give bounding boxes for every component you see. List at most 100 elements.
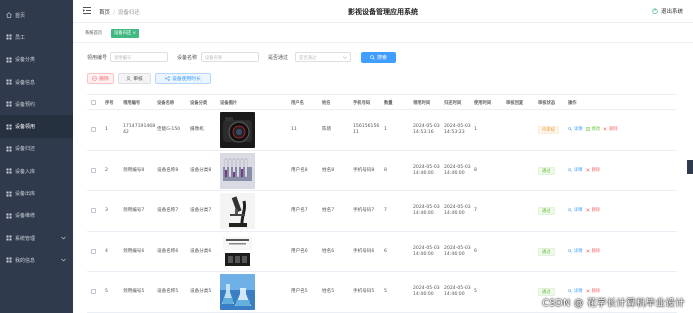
delete-button[interactable]: 删除	[585, 207, 601, 213]
app-title: 影视设备管理应用系统	[348, 8, 418, 16]
column-header: 用户名	[291, 101, 304, 106]
detail-button-label: 详情	[574, 208, 583, 213]
edit-icon	[585, 127, 591, 131]
borrow-code-input[interactable]: 领用编号	[110, 52, 168, 62]
delete-button[interactable]: 删除	[585, 167, 600, 173]
sidebar-item-label: 设备预约	[15, 101, 36, 108]
delete-button[interactable]: 删除	[585, 288, 601, 294]
sidebar-item-label: 系统管理	[15, 235, 36, 242]
search-button[interactable]: 搜索	[361, 52, 396, 63]
grid-icon	[6, 34, 12, 40]
sidebar-item-10[interactable]: 系统管理	[0, 227, 73, 249]
row-checkbox[interactable]	[91, 167, 96, 173]
cell-username: 用户名7	[291, 208, 308, 213]
batch-delete-button[interactable]: 删除	[87, 73, 114, 84]
row-checkbox[interactable]	[91, 289, 96, 294]
approved-placeholder: 是否通过	[299, 56, 317, 61]
sidebar-item-7[interactable]: 设备入库	[0, 160, 73, 182]
sidebar-item-1[interactable]: 员工	[0, 26, 73, 48]
side-scroll-handle[interactable]	[687, 160, 693, 174]
cell-phone: 156156156 11	[353, 124, 379, 136]
cell-borrow-code: 17147191468 42	[123, 124, 155, 136]
sidebar-item-4[interactable]: 设备预约	[0, 93, 73, 115]
column-header: 审核状态	[538, 101, 556, 106]
cell-datetime-line: 14:46:00	[413, 292, 434, 297]
detail-button[interactable]: 详情	[568, 207, 583, 213]
sidebar-item-9[interactable]: 设备维修	[0, 205, 73, 227]
tab-home[interactable]: 系统首页	[83, 29, 104, 38]
sidebar-item-label: 员工	[15, 34, 26, 41]
cell-name: 陈晓	[322, 127, 332, 132]
tab-bar: 系统首页 设备归还 ×	[73, 23, 693, 43]
sidebar-item-6[interactable]: 设备归还	[0, 138, 73, 160]
search-form: 领用编号 领用编号 设备名称 设备名称 是否通过 是否通过 搜索	[87, 52, 427, 63]
column-header: 姓名	[322, 101, 331, 106]
cell-equipment-name: 设备名称5	[157, 289, 179, 294]
menu-fold-icon[interactable]	[83, 7, 91, 14]
audit-button[interactable]: 审核	[118, 73, 151, 84]
search-icon	[568, 289, 573, 293]
sidebar-item-5[interactable]: 设备领用	[0, 115, 73, 138]
cell-name: 姓名7	[322, 208, 335, 213]
cell-datetime-line: 14:46:00	[444, 251, 465, 257]
cell-name: 姓名8	[322, 167, 335, 173]
camera-photo	[220, 112, 255, 148]
cell-datetime-line: 14:53:16	[413, 130, 434, 135]
cell-return-time: 2024-05-03 14:46:00	[444, 205, 471, 217]
edit-button[interactable]: 修改	[585, 126, 600, 132]
cell-return-time: 2024-05-03 14:53:23	[444, 124, 471, 136]
borrow-code-placeholder: 领用编号	[114, 56, 132, 61]
detail-button[interactable]: 详情	[568, 126, 583, 132]
cell-return-time: 2024-05-03 14:46:00	[444, 165, 471, 177]
detail-button-label: 详情	[574, 289, 583, 294]
breadcrumb-home[interactable]: 首页	[99, 10, 110, 16]
test-tube-rack-photo	[220, 152, 255, 189]
delete-button[interactable]: 删除	[603, 126, 618, 132]
sidebar-item-8[interactable]: 设备出库	[0, 182, 73, 204]
delete-button-label: 删除	[591, 289, 601, 294]
logout-button[interactable]: 退出系统	[652, 7, 683, 15]
row-checkbox[interactable]	[91, 248, 96, 254]
approved-select[interactable]: 是否通过	[295, 52, 351, 62]
row-checkbox[interactable]	[91, 208, 96, 213]
column-header: 审核回复	[506, 101, 524, 106]
search-icon	[568, 208, 573, 212]
sidebar-item-2[interactable]: 设备分类	[0, 49, 73, 71]
equipment-name-input[interactable]: 设备名称	[201, 52, 259, 62]
sidebar-item-label: 设备出库	[15, 191, 36, 198]
delete-button-label: 删除	[591, 208, 601, 213]
column-header: 领用编号	[123, 101, 141, 106]
cell-datetime-line: 14:46:00	[444, 170, 465, 176]
cell-usage-time: 7	[474, 208, 477, 213]
user-icon	[126, 76, 131, 81]
audit-label: 审核	[133, 77, 143, 82]
grid-icon	[6, 79, 12, 85]
sidebar-item-3[interactable]: 设备信息	[0, 71, 73, 93]
grid-icon	[6, 257, 12, 263]
detail-button[interactable]: 详情	[568, 248, 583, 254]
delete-button[interactable]: 删除	[585, 248, 600, 254]
sidebar-item-0[interactable]: 首页	[0, 4, 73, 26]
cell-username: 11	[291, 127, 297, 132]
detail-button[interactable]: 详情	[568, 167, 583, 173]
cell-datetime-line: 14:46:00	[413, 251, 434, 257]
column-header: 操作	[568, 101, 577, 106]
cell-datetime-line: 2024-05-03	[413, 245, 440, 251]
batch-delete-label: 删除	[99, 77, 109, 82]
column-header: 使用时间	[474, 101, 492, 106]
select-all-checkbox[interactable]	[91, 100, 96, 105]
sidebar-item-11[interactable]: 我的信息	[0, 249, 73, 271]
cell-category: 设备分类6	[190, 248, 212, 254]
chevron-down-icon	[343, 56, 347, 59]
close-icon	[585, 208, 591, 212]
cell-category: 设备分类8	[190, 167, 212, 173]
detail-button[interactable]: 详情	[568, 288, 583, 294]
row-checkbox[interactable]	[91, 127, 96, 132]
chevron-down-icon	[61, 236, 66, 240]
usage-duration-button[interactable]: 设备使用时长	[155, 73, 211, 84]
cell-quantity: 1	[384, 127, 387, 132]
cell-phone: 手机号码6	[353, 248, 375, 254]
cell-borrow-time: 2024-05-03 14:46:00	[413, 165, 440, 177]
tab-equipment-return[interactable]: 设备归还 ×	[111, 29, 140, 38]
logout-label: 退出系统	[660, 9, 683, 15]
